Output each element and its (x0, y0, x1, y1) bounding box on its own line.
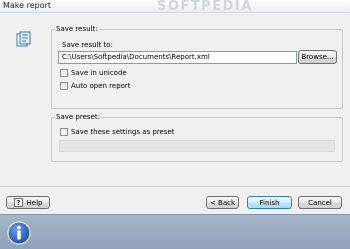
back-button[interactable]: < Back (206, 196, 239, 209)
save-result-legend: Save result: (56, 25, 98, 33)
info-icon (7, 221, 31, 245)
help-button[interactable]: ? Help (6, 196, 50, 209)
report-icon (16, 31, 31, 47)
auto-open-report-option[interactable]: Auto open report (60, 82, 131, 90)
save-settings-as-preset-checkbox[interactable] (60, 128, 68, 136)
browse-button[interactable]: Browse... (298, 50, 337, 64)
window-title: Make report (3, 1, 52, 10)
save-in-unicode-label: Save in unicode (71, 69, 127, 77)
save-in-unicode-checkbox[interactable] (60, 69, 68, 77)
auto-open-report-checkbox[interactable] (60, 82, 68, 90)
help-icon: ? (13, 198, 23, 207)
softpedia-watermark: SOFTPEDIA (157, 0, 253, 14)
save-preset-legend: Save preset: (56, 113, 100, 121)
help-button-label: Help (26, 198, 43, 207)
preset-name-field (59, 140, 335, 152)
button-separator (0, 186, 350, 187)
save-settings-as-preset-option[interactable]: Save these settings as preset (60, 128, 175, 136)
save-result-group: Save result: (51, 25, 343, 109)
save-in-unicode-option[interactable]: Save in unicode (60, 69, 127, 77)
save-result-to-label: Save result to: (62, 41, 113, 49)
make-report-dialog: Make report SOFTPEDIA Save result: Save … (0, 0, 350, 249)
save-preset-group: Save preset: (51, 113, 343, 162)
save-settings-as-preset-label: Save these settings as preset (71, 128, 175, 136)
finish-button[interactable]: Finish (247, 196, 292, 209)
title-bar: Make report SOFTPEDIA (0, 0, 350, 14)
cancel-button[interactable]: Cancel (298, 196, 342, 209)
auto-open-report-label: Auto open report (71, 82, 131, 90)
info-bar (0, 214, 350, 249)
svg-text:?: ? (16, 198, 20, 207)
report-path-input[interactable] (58, 51, 297, 64)
